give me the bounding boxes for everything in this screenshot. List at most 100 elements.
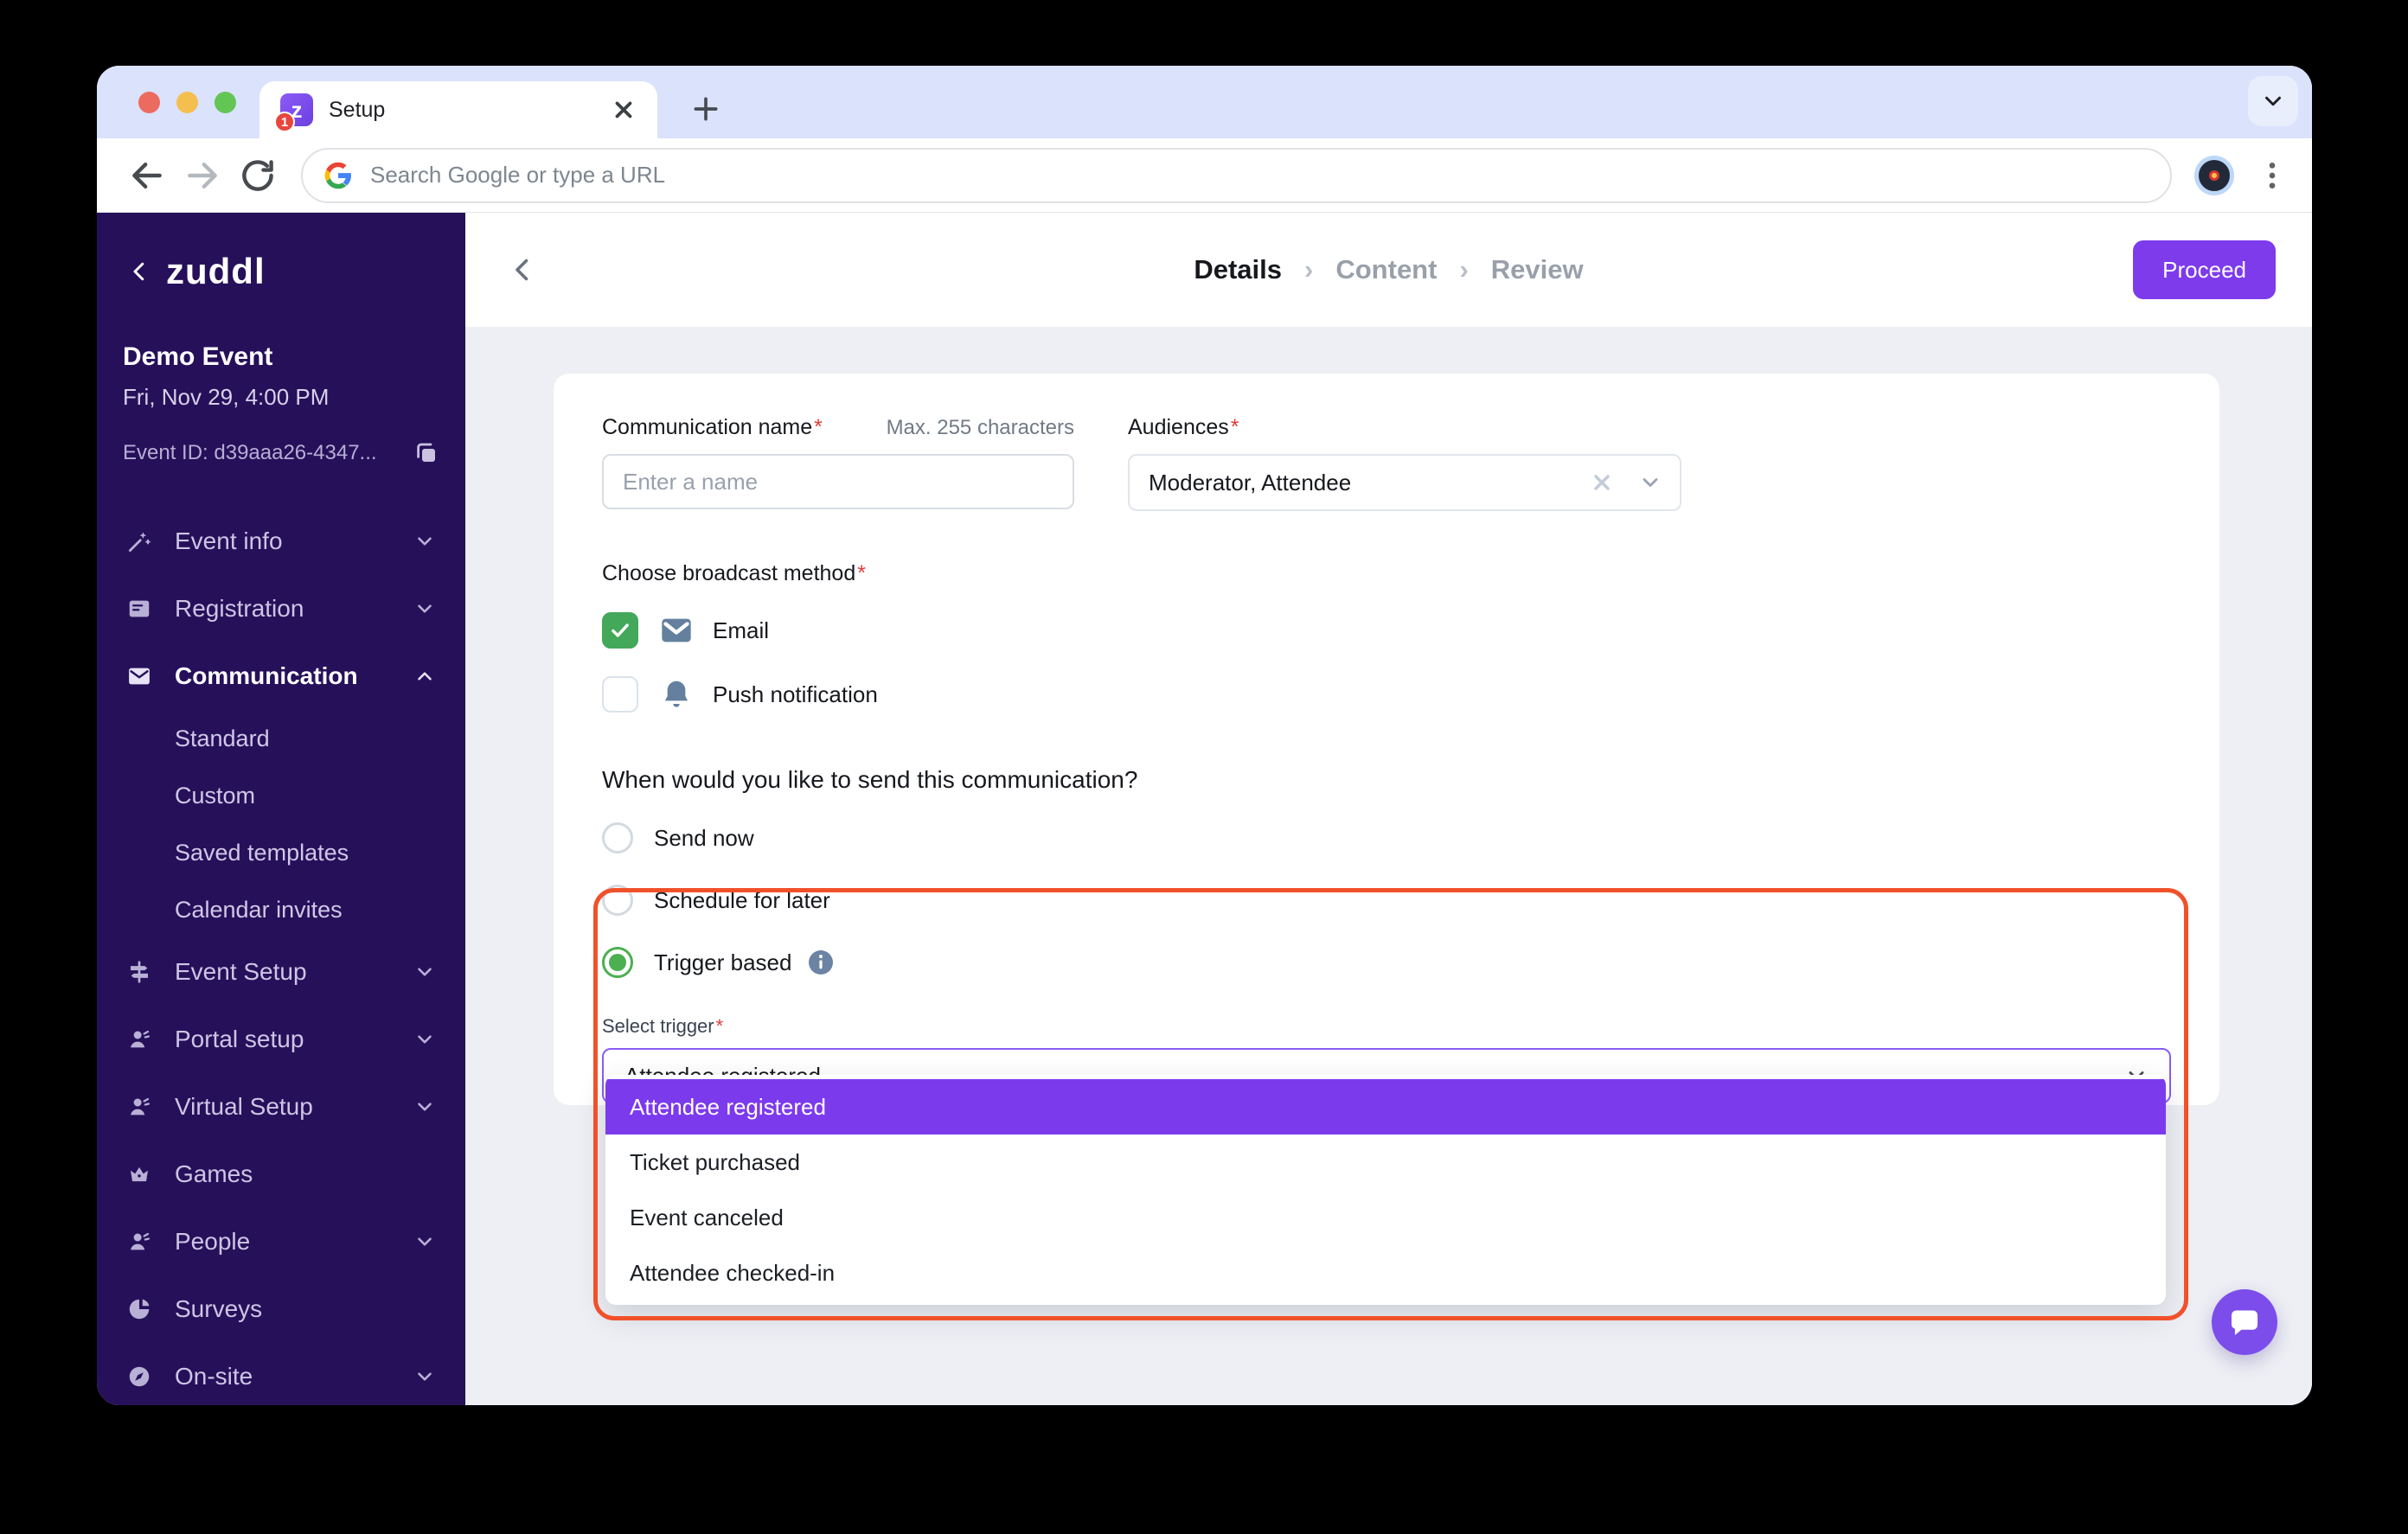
back-button[interactable] <box>128 157 166 195</box>
send-now-row: Send now <box>602 820 2171 856</box>
sidebar-item-people[interactable]: People <box>97 1208 465 1275</box>
tab-title: Setup <box>329 98 611 123</box>
dropdown-option-attendee-checked-in[interactable]: Attendee checked-in <box>605 1245 2166 1301</box>
page-content: Communication name* Max. 255 characters … <box>465 327 2312 1405</box>
check-icon <box>609 619 631 642</box>
chevron-down-icon <box>413 1365 436 1388</box>
sidebar-item-portal-setup[interactable]: Portal setup <box>97 1006 465 1073</box>
communication-form-card: Communication name* Max. 255 characters … <box>554 374 2219 1105</box>
page-header: Details › Content › Review Proceed <box>465 213 2312 327</box>
sidebar-item-on-site[interactable]: On-site <box>97 1343 465 1405</box>
sidebar-item-surveys[interactable]: Surveys <box>97 1275 465 1343</box>
close-window-button[interactable] <box>138 92 160 113</box>
broadcast-method-label: Choose broadcast method* <box>602 561 2171 586</box>
chevron-up-icon <box>413 665 436 687</box>
compass-icon <box>126 1364 152 1390</box>
breadcrumb-content[interactable]: Content <box>1335 254 1437 285</box>
tab-close-icon[interactable] <box>611 97 637 123</box>
schedule-for-later-radio[interactable] <box>602 885 633 916</box>
chevron-left-icon[interactable] <box>126 259 152 284</box>
dropdown-option-ticket-purchased[interactable]: Ticket purchased <box>605 1135 2166 1190</box>
trigger-based-radio[interactable] <box>602 947 633 978</box>
sidebar-item-communication[interactable]: Communication <box>97 642 465 710</box>
profile-avatar[interactable] <box>2194 156 2234 195</box>
breadcrumb-details[interactable]: Details <box>1194 254 1282 285</box>
chevron-down-icon <box>1638 470 1662 495</box>
sidebar-item-registration[interactable]: Registration <box>97 575 465 642</box>
tab-search-chevron-button[interactable] <box>2248 76 2298 126</box>
dropdown-option-attendee-registered[interactable]: Attendee registered <box>605 1079 2166 1135</box>
sidebar-item-virtual-setup[interactable]: Virtual Setup <box>97 1073 465 1141</box>
audiences-select[interactable]: Moderator, Attendee <box>1128 454 1681 511</box>
notification-badge: 1 <box>274 112 295 132</box>
email-option-row: Email <box>602 610 2171 650</box>
communication-name-label: Communication name* <box>602 415 823 440</box>
new-tab-button[interactable] <box>688 92 723 126</box>
tab-strip: z 1 Setup <box>97 66 2312 138</box>
chevron-down-icon <box>413 598 436 620</box>
max-characters-hint: Max. 255 characters <box>887 416 1074 440</box>
push-option-row: Push notification <box>602 674 2171 714</box>
communication-name-input[interactable] <box>602 454 1074 509</box>
browser-toolbar: Search Google or type a URL <box>97 138 2312 213</box>
sidebar-item-event-setup[interactable]: Event Setup <box>97 938 465 1006</box>
zuddl-favicon: z 1 <box>280 93 313 126</box>
chevron-down-icon <box>413 1096 436 1118</box>
breadcrumb: Details › Content › Review <box>1194 254 1583 285</box>
address-placeholder: Search Google or type a URL <box>370 162 665 189</box>
browser-menu-button[interactable] <box>2255 158 2290 193</box>
logo-back-row[interactable]: zuddl <box>126 251 465 292</box>
chevron-down-icon <box>413 961 436 983</box>
copy-icon[interactable] <box>413 440 439 466</box>
bell-icon <box>659 677 694 712</box>
zuddl-logo: zuddl <box>166 251 266 292</box>
chevron-down-icon <box>413 1028 436 1051</box>
sidebar-item-standard[interactable]: Standard <box>97 710 465 767</box>
minimize-window-button[interactable] <box>176 92 198 113</box>
sidebar-item-custom[interactable]: Custom <box>97 767 465 824</box>
chat-bubble-icon <box>2228 1306 2261 1339</box>
sidebar-item-saved-templates[interactable]: Saved templates <box>97 824 465 881</box>
reload-button[interactable] <box>239 157 277 195</box>
maximize-window-button[interactable] <box>215 92 236 113</box>
sidebar-item-games[interactable]: Games <box>97 1141 465 1208</box>
proceed-button[interactable]: Proceed <box>2133 240 2276 299</box>
mail-icon <box>126 663 152 689</box>
select-trigger-label: Select trigger* <box>602 1015 2171 1038</box>
signpost-icon <box>126 959 152 985</box>
email-checkbox[interactable] <box>602 612 638 649</box>
chevron-down-icon <box>2260 88 2286 114</box>
form-icon <box>126 596 152 622</box>
info-icon[interactable] <box>807 949 835 976</box>
mail-icon <box>659 613 694 648</box>
event-name: Demo Event <box>123 342 465 372</box>
send-timing-question: When would you like to send this communi… <box>602 766 2171 794</box>
push-notification-checkbox[interactable] <box>602 676 638 713</box>
sidebar-nav: Event info Registration Communication St… <box>97 508 465 1405</box>
event-datetime: Fri, Nov 29, 4:00 PM <box>123 384 465 411</box>
window-controls[interactable] <box>138 92 236 113</box>
wand-icon <box>126 528 152 554</box>
breadcrumb-review[interactable]: Review <box>1491 254 1584 285</box>
sidebar-item-calendar-invites[interactable]: Calendar invites <box>97 881 465 938</box>
trigger-based-row: Trigger based <box>602 944 2171 981</box>
sidebar-item-event-info[interactable]: Event info <box>97 508 465 575</box>
person-icon <box>126 1094 152 1120</box>
schedule-later-row: Schedule for later <box>602 882 2171 918</box>
audiences-label: Audiences* <box>1128 415 1239 439</box>
clear-icon[interactable] <box>1590 470 1614 495</box>
browser-tab-setup[interactable]: z 1 Setup <box>259 81 657 138</box>
chevron-down-icon <box>413 1230 436 1253</box>
trigger-dropdown-menu: Attendee registered Ticket purchased Eve… <box>605 1075 2166 1305</box>
chat-fab-button[interactable] <box>2212 1289 2277 1355</box>
person-icon <box>126 1229 152 1255</box>
google-icon <box>323 161 353 190</box>
send-now-radio[interactable] <box>602 822 633 853</box>
person-icon <box>126 1026 152 1052</box>
address-bar[interactable]: Search Google or type a URL <box>301 148 2172 203</box>
forward-button[interactable] <box>183 157 221 195</box>
sidebar: zuddl Demo Event Fri, Nov 29, 4:00 PM Ev… <box>97 213 465 1405</box>
event-id: Event ID: d39aaa26-4347... <box>123 441 377 465</box>
back-chevron-button[interactable] <box>507 254 538 285</box>
dropdown-option-event-canceled[interactable]: Event canceled <box>605 1190 2166 1245</box>
